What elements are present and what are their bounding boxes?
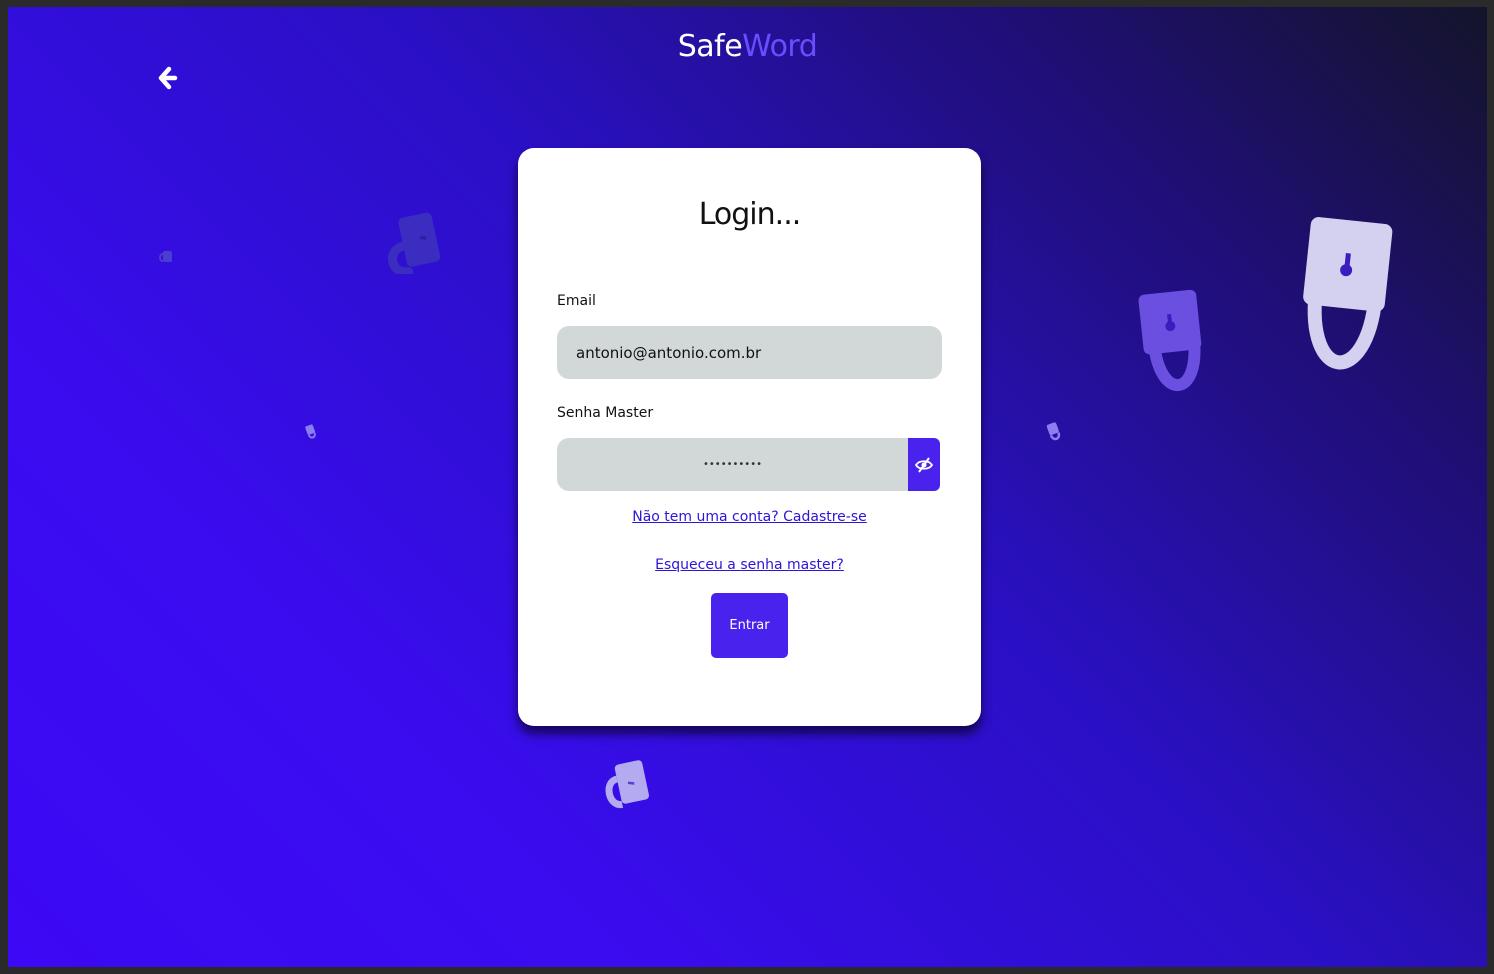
signup-link[interactable]: Não tem uma conta? Cadastre-se: [518, 509, 981, 525]
padlock-icon: [388, 212, 441, 274]
padlock-icon: [605, 760, 649, 808]
app-window: SafeWord Login... Email antonio@antonio.…: [8, 7, 1487, 967]
forgot-password-link[interactable]: Esqueceu a senha master?: [518, 557, 981, 573]
login-card: Login... Email Senha Master Não tem uma …: [518, 148, 981, 726]
back-arrow-icon[interactable]: [153, 64, 181, 92]
toggle-password-button[interactable]: [908, 438, 940, 491]
padlock-icon: [1138, 289, 1202, 392]
email-field[interactable]: [557, 326, 942, 379]
password-label: Senha Master: [557, 405, 654, 421]
login-title: Login...: [698, 197, 802, 232]
padlock-icon: [305, 424, 316, 439]
logo-part-word: Word: [742, 29, 818, 64]
password-field[interactable]: [557, 438, 908, 491]
padlock-icon: [1303, 217, 1393, 370]
login-button[interactable]: Entrar: [711, 593, 788, 658]
padlock-icon: [159, 251, 172, 262]
email-label: Email: [557, 293, 596, 309]
logo-part-safe: Safe: [677, 29, 743, 64]
app-logo: SafeWord: [8, 29, 1487, 64]
padlock-icon: [1046, 422, 1061, 441]
eye-off-icon: [914, 456, 934, 473]
